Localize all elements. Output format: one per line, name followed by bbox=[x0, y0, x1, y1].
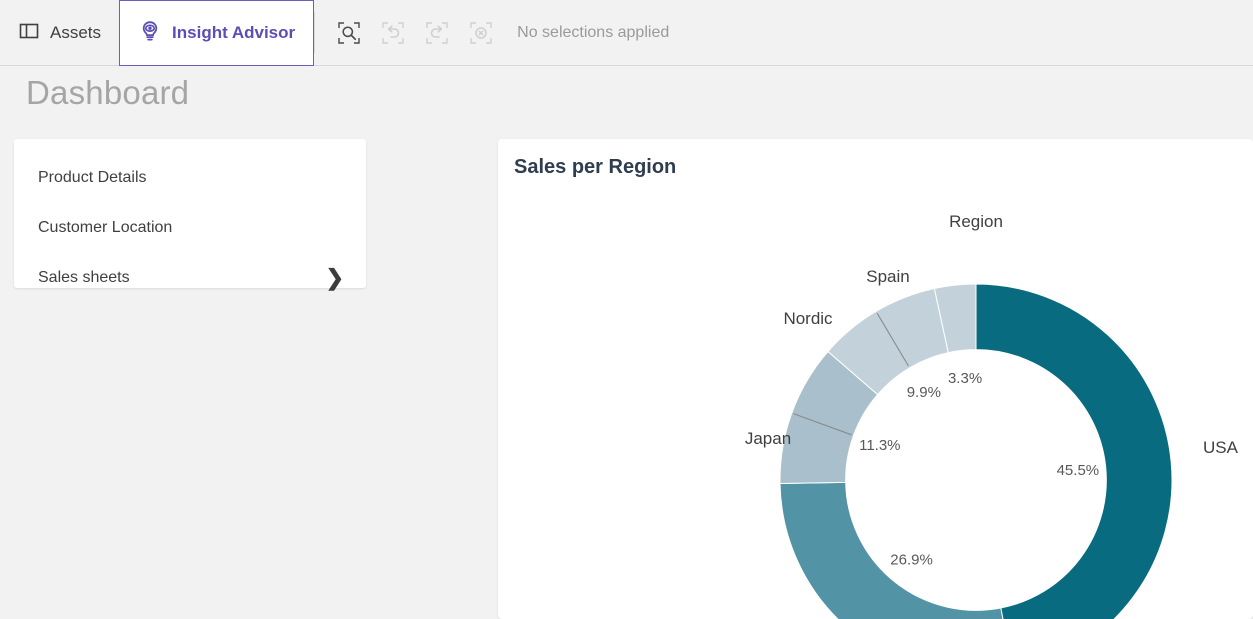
tab-insight-advisor[interactable]: Insight Advisor bbox=[119, 0, 314, 66]
slice-category-label: Nordic bbox=[783, 309, 833, 328]
redo-button[interactable] bbox=[423, 19, 451, 47]
donut-slice[interactable] bbox=[976, 284, 1172, 619]
slice-percentage-label: 9.9% bbox=[907, 384, 941, 401]
donut-chart[interactable]: 45.5% 26.9% 11.3% 9.9% 3.3% USA Japan Nordic Sp… bbox=[498, 139, 1253, 619]
page-title: Dashboard bbox=[26, 74, 189, 112]
dimension-title: Region bbox=[949, 212, 1003, 231]
slice-category-label: Japan bbox=[745, 429, 791, 448]
slice-percentage-label: 26.9% bbox=[890, 552, 933, 569]
chevron-right-icon[interactable]: ❯ bbox=[326, 267, 344, 289]
insight-bulb-icon bbox=[138, 19, 162, 48]
toolbar-buttons bbox=[315, 0, 495, 65]
undo-button[interactable] bbox=[379, 19, 407, 47]
clear-selections-button[interactable] bbox=[467, 19, 495, 47]
tab-assets[interactable]: Assets bbox=[0, 0, 119, 66]
sales-per-region-chart-card: Sales per Region 45.5%26.9%11.3%9.9%3.3%… bbox=[498, 139, 1253, 619]
slice-category-label: Spain bbox=[866, 267, 909, 286]
panel-layout-icon bbox=[18, 20, 40, 47]
selection-search-button[interactable] bbox=[335, 19, 363, 47]
nav-item-label: Sales sheets bbox=[38, 269, 130, 287]
nav-item-sales-sheets[interactable]: Sales sheets ❯ bbox=[14, 253, 366, 303]
nav-item-product-details[interactable]: Product Details bbox=[14, 153, 366, 203]
slice-percentage-label: 3.3% bbox=[948, 370, 982, 387]
top-toolbar: Assets Insight Advisor bbox=[0, 0, 1253, 66]
nav-item-label: Customer Location bbox=[38, 219, 172, 237]
slice-percentage-label: 11.3% bbox=[859, 437, 900, 454]
donut-slices[interactable] bbox=[780, 284, 1172, 619]
navigation-card: Product Details Customer Location Sales … bbox=[14, 139, 366, 288]
selection-status-text: No selections applied bbox=[517, 24, 669, 42]
nav-item-label: Product Details bbox=[38, 169, 147, 187]
percentage-labels: 45.5% 26.9% 11.3% 9.9% 3.3% bbox=[859, 370, 1099, 568]
tab-insight-advisor-label: Insight Advisor bbox=[172, 23, 295, 43]
tab-assets-label: Assets bbox=[50, 23, 101, 43]
slice-percentage-label: 45.5% bbox=[1057, 462, 1100, 479]
nav-item-customer-location[interactable]: Customer Location bbox=[14, 203, 366, 253]
slice-category-label: USA bbox=[1203, 438, 1239, 457]
